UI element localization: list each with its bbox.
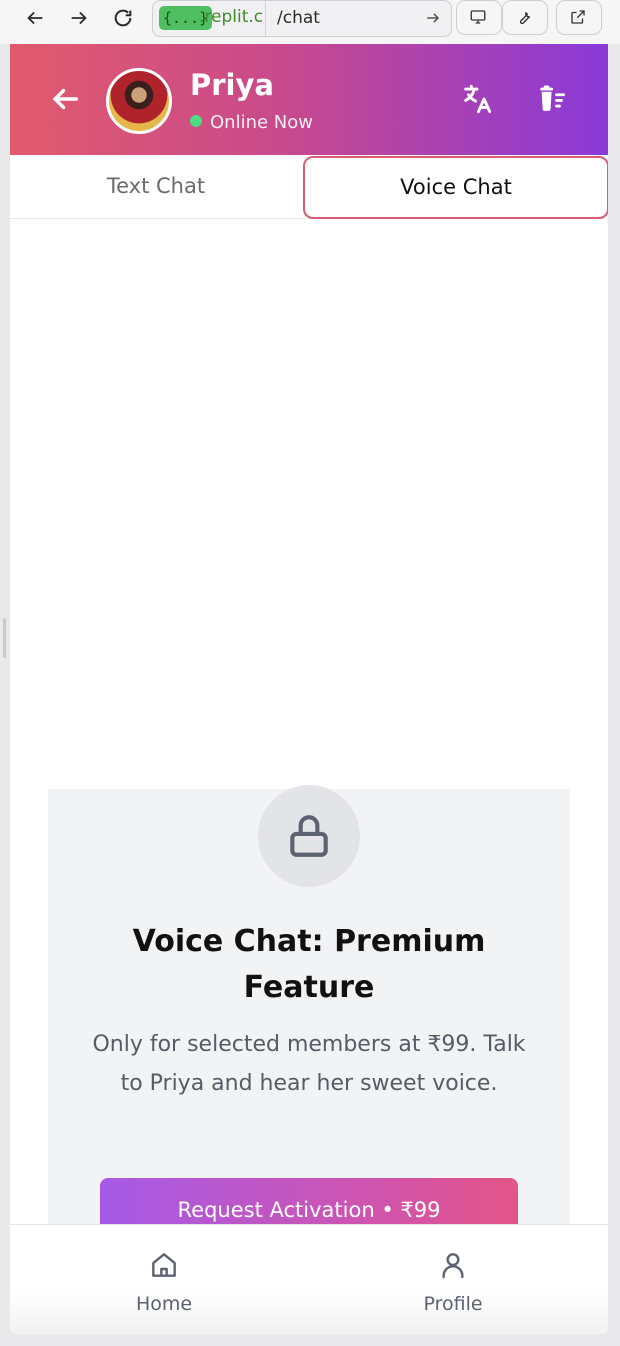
nav-profile[interactable]: Profile <box>398 1249 508 1315</box>
forward-arrow-icon <box>71 11 87 25</box>
delete-sweep-icon <box>540 85 566 111</box>
browser-reload-button[interactable] <box>108 4 138 32</box>
nav-home-label: Home <box>135 1293 193 1315</box>
panel-resize-handle[interactable] <box>3 618 6 658</box>
nav-profile-label: Profile <box>423 1293 483 1315</box>
tab-text-chat[interactable]: Text Chat <box>10 155 302 218</box>
nav-home[interactable]: Home <box>109 1249 219 1315</box>
browser-back-button[interactable] <box>20 4 50 32</box>
url-bar[interactable]: {...} .replit.c /chat <box>152 0 452 37</box>
tab-voice-chat[interactable]: Voice Chat <box>303 156 608 219</box>
external-link-icon <box>571 10 585 24</box>
avatar[interactable] <box>106 68 172 134</box>
premium-feature-card: Voice Chat: Premium Feature Only for sel… <box>48 785 570 1249</box>
url-divider <box>265 1 266 36</box>
url-domain: .replit.c <box>199 7 264 27</box>
arrow-left-icon <box>52 88 79 110</box>
user-icon <box>442 1253 464 1279</box>
status-text: Online Now <box>210 112 313 133</box>
premium-description: Only for selected members at ₹99. Talk t… <box>92 1032 526 1096</box>
premium-title: Voice Chat: Premium Feature <box>132 924 486 1005</box>
home-icon <box>152 1253 176 1277</box>
open-new-tab-button[interactable] <box>556 0 602 35</box>
wrench-icon <box>519 11 531 25</box>
online-status: Online Now <box>190 112 313 133</box>
lock-badge <box>258 785 360 887</box>
go-arrow-icon[interactable] <box>423 7 443 29</box>
devtools-button[interactable] <box>502 0 548 35</box>
browser-forward-button[interactable] <box>64 4 94 32</box>
lock-icon <box>290 815 328 857</box>
online-dot-icon <box>190 115 202 127</box>
chat-header: Priya Online Now <box>10 44 608 155</box>
url-path: /chat <box>277 8 320 28</box>
translate-button[interactable] <box>460 82 494 116</box>
back-button[interactable] <box>48 82 82 116</box>
browser-toolbar: {...} .replit.c /chat <box>0 0 620 44</box>
bottom-navigation: Home Profile <box>10 1224 608 1334</box>
contact-name: Priya <box>190 68 274 102</box>
devices-button[interactable] <box>456 0 502 35</box>
monitor-icon <box>470 10 486 24</box>
translate-icon <box>464 84 492 114</box>
chat-app: Priya Online Now Text Chat Voice Chat Vo… <box>10 44 608 1334</box>
reload-icon <box>114 9 132 27</box>
chat-mode-tabs: Text Chat Voice Chat <box>10 155 608 219</box>
back-arrow-icon <box>27 11 43 25</box>
clear-chat-button[interactable] <box>536 82 570 116</box>
